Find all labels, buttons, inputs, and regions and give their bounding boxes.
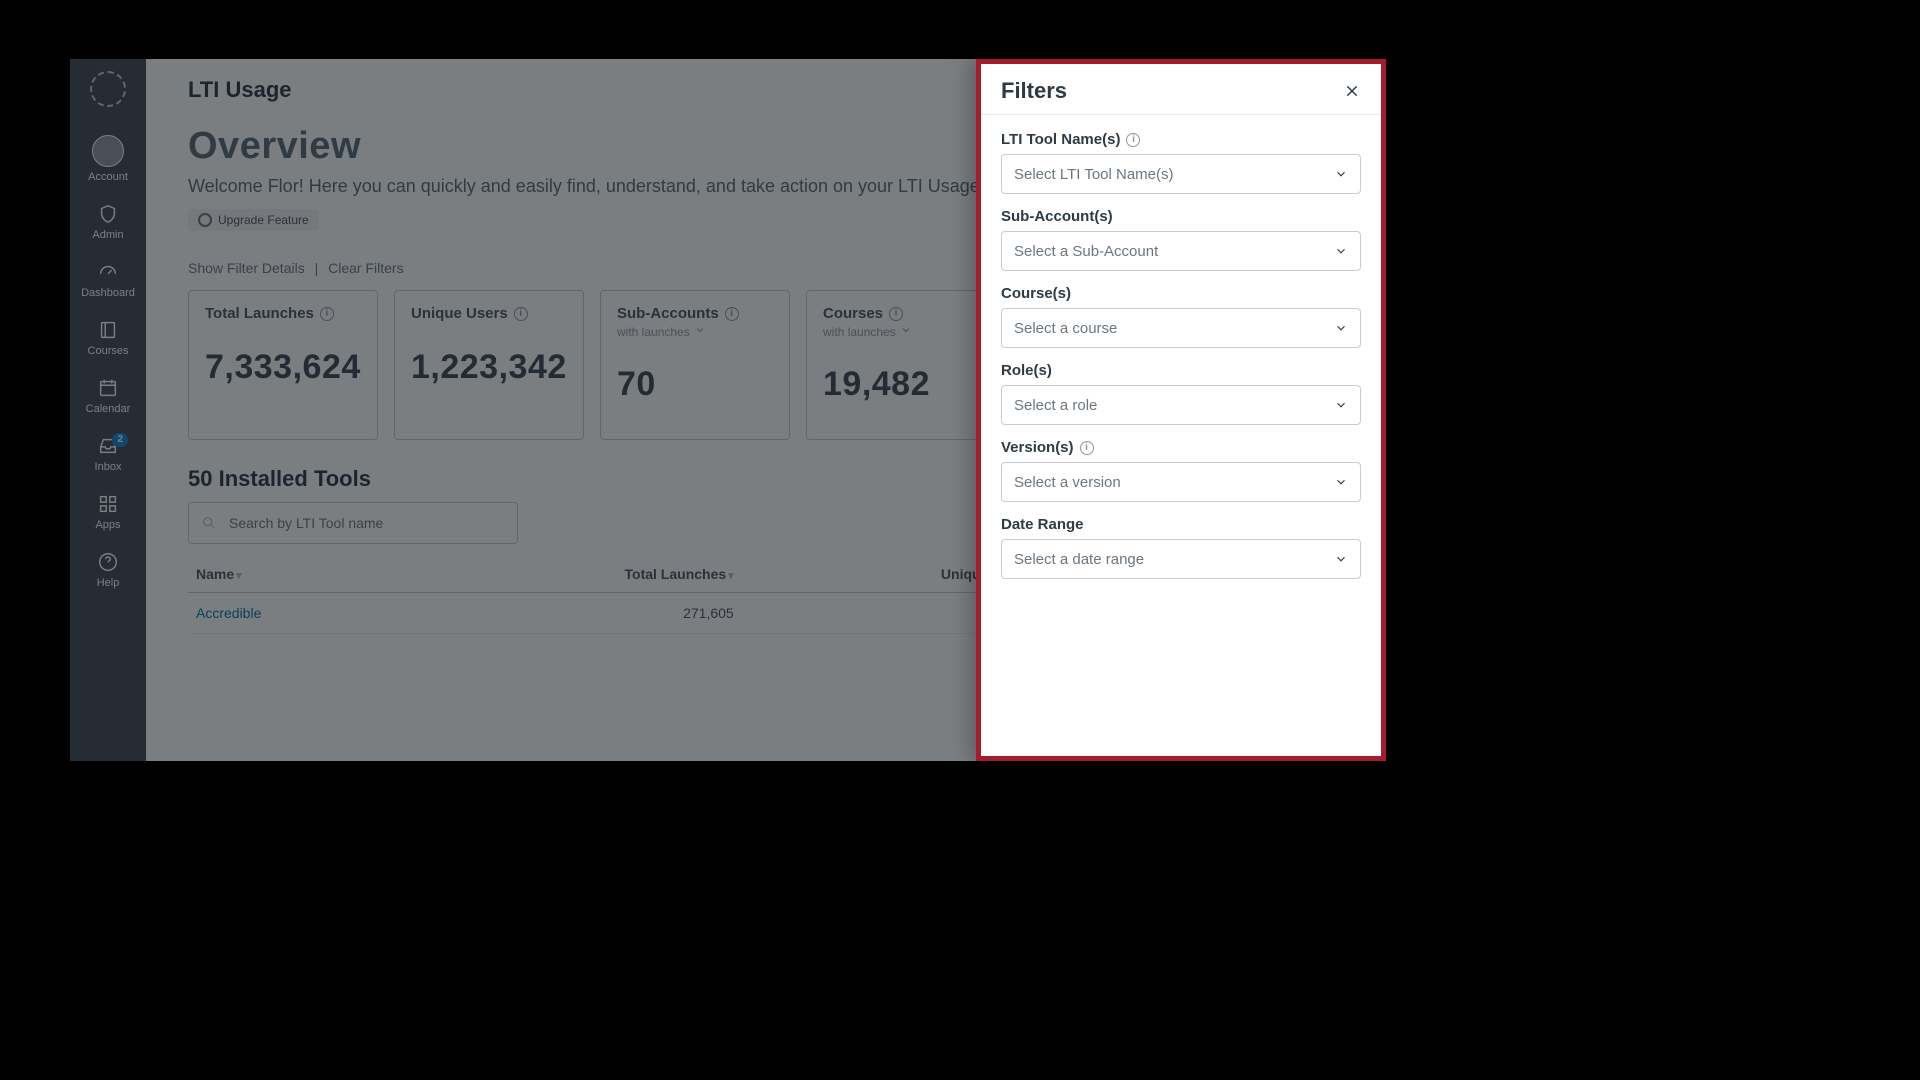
filter-field-daterange: Date Range Select a date range xyxy=(1001,516,1361,579)
chevron-down-icon xyxy=(1334,552,1348,566)
select-placeholder: Select LTI Tool Name(s) xyxy=(1014,166,1174,183)
filter-field-course: Course(s) Select a course xyxy=(1001,285,1361,348)
field-label: Date Range xyxy=(1001,516,1084,533)
field-label: Role(s) xyxy=(1001,362,1052,379)
select-placeholder: Select a date range xyxy=(1014,551,1144,568)
chevron-down-icon xyxy=(1334,475,1348,489)
select-placeholder: Select a version xyxy=(1014,474,1121,491)
chevron-down-icon xyxy=(1334,244,1348,258)
field-label: Version(s) xyxy=(1001,439,1074,456)
filters-drawer: Filters LTI Tool Name(s) i Select LTI To… xyxy=(976,59,1386,761)
filter-field-lti-tool: LTI Tool Name(s) i Select LTI Tool Name(… xyxy=(1001,131,1361,194)
select-placeholder: Select a Sub-Account xyxy=(1014,243,1158,260)
role-select[interactable]: Select a role xyxy=(1001,385,1361,425)
app-viewport: Account Admin Dashboard Courses Calendar… xyxy=(70,59,1386,761)
filter-field-version: Version(s) i Select a version xyxy=(1001,439,1361,502)
info-icon[interactable]: i xyxy=(1080,441,1094,455)
select-placeholder: Select a course xyxy=(1014,320,1117,337)
info-icon[interactable]: i xyxy=(1126,133,1140,147)
field-label: LTI Tool Name(s) xyxy=(1001,131,1120,148)
close-button[interactable] xyxy=(1341,80,1363,102)
chevron-down-icon xyxy=(1334,398,1348,412)
daterange-select[interactable]: Select a date range xyxy=(1001,539,1361,579)
chevron-down-icon xyxy=(1334,321,1348,335)
drawer-title: Filters xyxy=(1001,78,1067,104)
close-icon xyxy=(1344,83,1360,99)
subaccount-select[interactable]: Select a Sub-Account xyxy=(1001,231,1361,271)
filter-field-subaccount: Sub-Account(s) Select a Sub-Account xyxy=(1001,208,1361,271)
filter-field-role: Role(s) Select a role xyxy=(1001,362,1361,425)
chevron-down-icon xyxy=(1334,167,1348,181)
field-label: Course(s) xyxy=(1001,285,1071,302)
select-placeholder: Select a role xyxy=(1014,397,1097,414)
lti-tool-select[interactable]: Select LTI Tool Name(s) xyxy=(1001,154,1361,194)
field-label: Sub-Account(s) xyxy=(1001,208,1113,225)
version-select[interactable]: Select a version xyxy=(1001,462,1361,502)
divider xyxy=(981,114,1381,115)
course-select[interactable]: Select a course xyxy=(1001,308,1361,348)
